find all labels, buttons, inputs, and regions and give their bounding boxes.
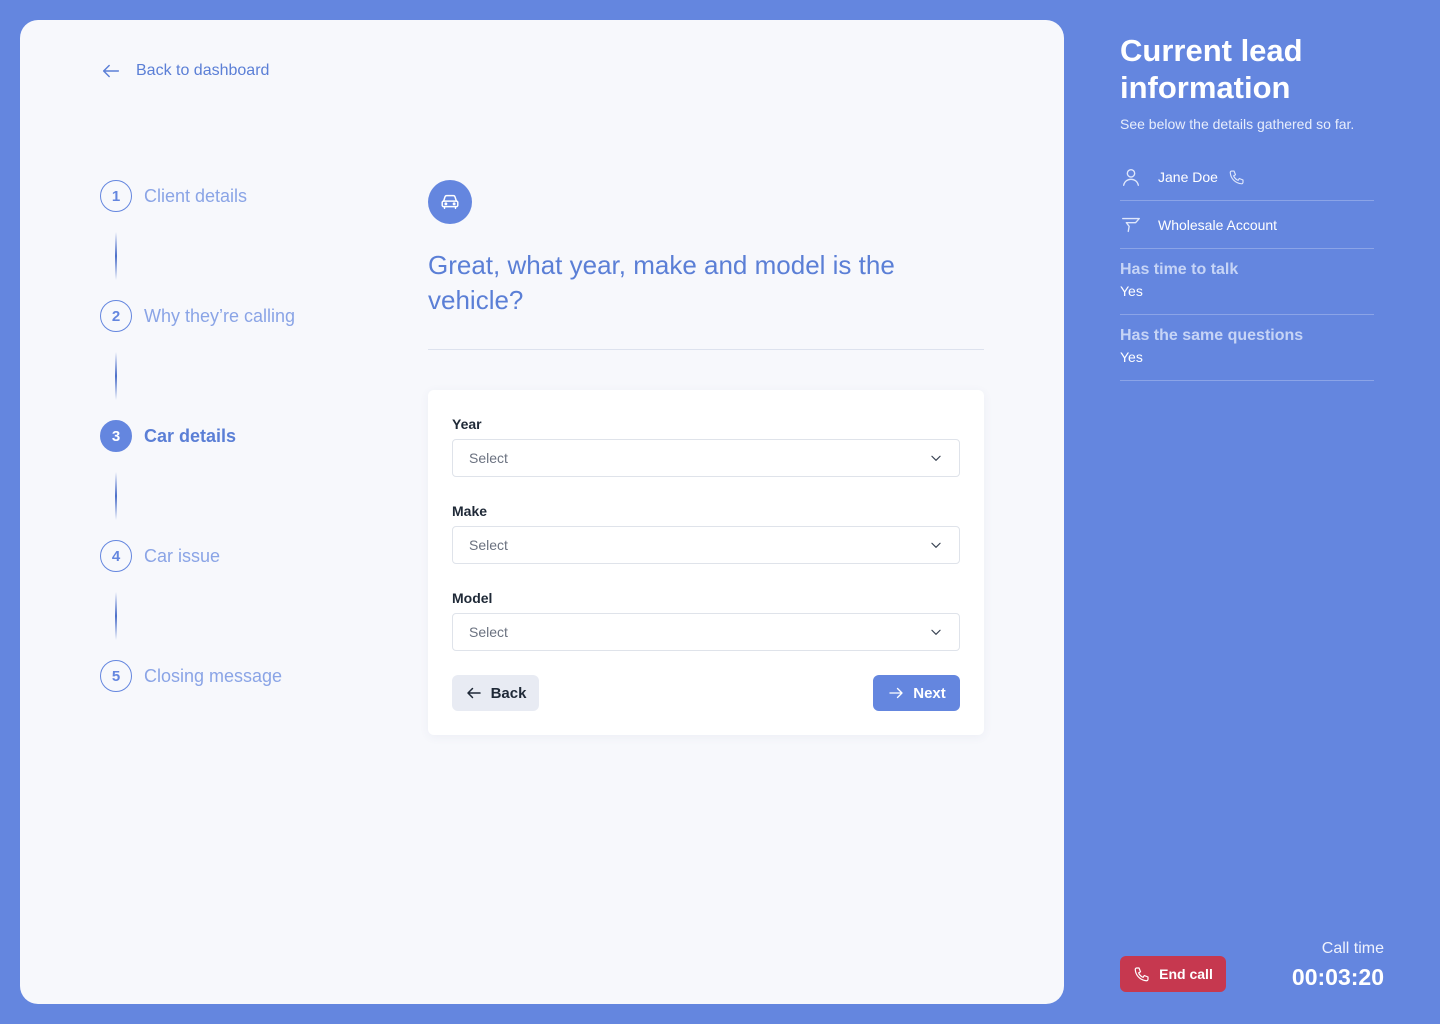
- step-closing-message[interactable]: 5 Closing message: [100, 660, 360, 692]
- lead-field-label: Has time to talk: [1120, 261, 1239, 278]
- next-button[interactable]: Next: [873, 675, 960, 711]
- arrow-right-icon: [889, 687, 903, 699]
- step-label: Car issue: [144, 545, 221, 566]
- chevron-down-icon: [931, 542, 941, 548]
- step-number: 5: [100, 660, 132, 692]
- lead-account: Wholesale Account: [1158, 216, 1278, 233]
- back-button-label: Back: [490, 684, 527, 702]
- call-time-label: Call time: [1321, 940, 1384, 957]
- step-connector: [115, 472, 117, 520]
- step-label: Why they’re calling: [144, 305, 296, 326]
- lead-panel-title: Current lead information: [1120, 33, 1303, 105]
- car-badge: [428, 180, 472, 224]
- question-heading: Great, what year, make and model is the …: [428, 250, 895, 315]
- back-button[interactable]: Back: [452, 675, 539, 711]
- step-car-issue[interactable]: 4 Car issue: [100, 540, 360, 572]
- step-connector: [115, 352, 117, 400]
- lead-panel-subtitle: See below the details gathered so far.: [1120, 116, 1355, 132]
- phone-icon[interactable]: [1228, 168, 1246, 186]
- step-label: Car details: [144, 425, 237, 446]
- step-number: 3: [100, 420, 132, 452]
- step-number: 2: [100, 300, 132, 332]
- lead-field-value: Yes: [1120, 349, 1143, 365]
- chevron-down-icon: [931, 629, 941, 635]
- model-label: Model: [452, 590, 493, 606]
- model-select-value: Select: [469, 624, 508, 640]
- step-connector: [115, 592, 117, 640]
- make-select[interactable]: Select: [452, 526, 960, 564]
- step-client-details[interactable]: 1 Client details: [100, 180, 360, 212]
- next-button-label: Next: [913, 684, 946, 702]
- step-connector: [115, 232, 117, 280]
- step-label: Closing message: [144, 665, 283, 686]
- step-number: 1: [100, 180, 132, 212]
- step-label: Client details: [144, 185, 248, 206]
- make-select-value: Select: [469, 537, 508, 553]
- step-why-calling[interactable]: 2 Why they’re calling: [100, 300, 360, 332]
- lead-field-value: Yes: [1120, 283, 1143, 299]
- make-label: Make: [452, 503, 488, 519]
- main-card: Back to dashboard 1 Client details 2 Why…: [20, 20, 1064, 1004]
- arrow-left-icon: [466, 687, 481, 699]
- end-call-label: End call: [1159, 966, 1213, 982]
- flag-icon: [1122, 217, 1140, 232]
- back-to-dashboard-link[interactable]: Back to dashboard: [100, 60, 269, 82]
- lead-name: Jane Doe: [1158, 168, 1218, 185]
- lead-name-row: Jane Doe: [1120, 153, 1374, 201]
- phone-icon: [1134, 967, 1149, 982]
- divider: [428, 349, 984, 350]
- car-details-form: Year Select Make Select Model Select Bac…: [428, 390, 984, 735]
- chevron-down-icon: [931, 455, 941, 461]
- user-icon: [1122, 168, 1140, 186]
- back-to-dashboard-label: Back to dashboard: [136, 62, 270, 79]
- arrow-left-icon: [102, 64, 120, 78]
- model-select[interactable]: Select: [452, 613, 960, 651]
- call-time: 00:03:20: [1291, 964, 1384, 990]
- lead-field-label: Has the same questions: [1120, 327, 1304, 344]
- year-select-value: Select: [469, 450, 508, 466]
- step-car-details[interactable]: 3 Car details: [100, 420, 360, 452]
- year-label: Year: [452, 416, 482, 432]
- car-icon: [441, 194, 459, 210]
- year-select[interactable]: Select: [452, 439, 960, 477]
- end-call-button[interactable]: End call: [1120, 956, 1226, 992]
- lead-field-same-questions: Has the same questions Yes: [1120, 327, 1374, 381]
- lead-field-has-time: Has time to talk Yes: [1120, 261, 1374, 315]
- step-number: 4: [100, 540, 132, 572]
- lead-account-row: Wholesale Account: [1120, 201, 1374, 249]
